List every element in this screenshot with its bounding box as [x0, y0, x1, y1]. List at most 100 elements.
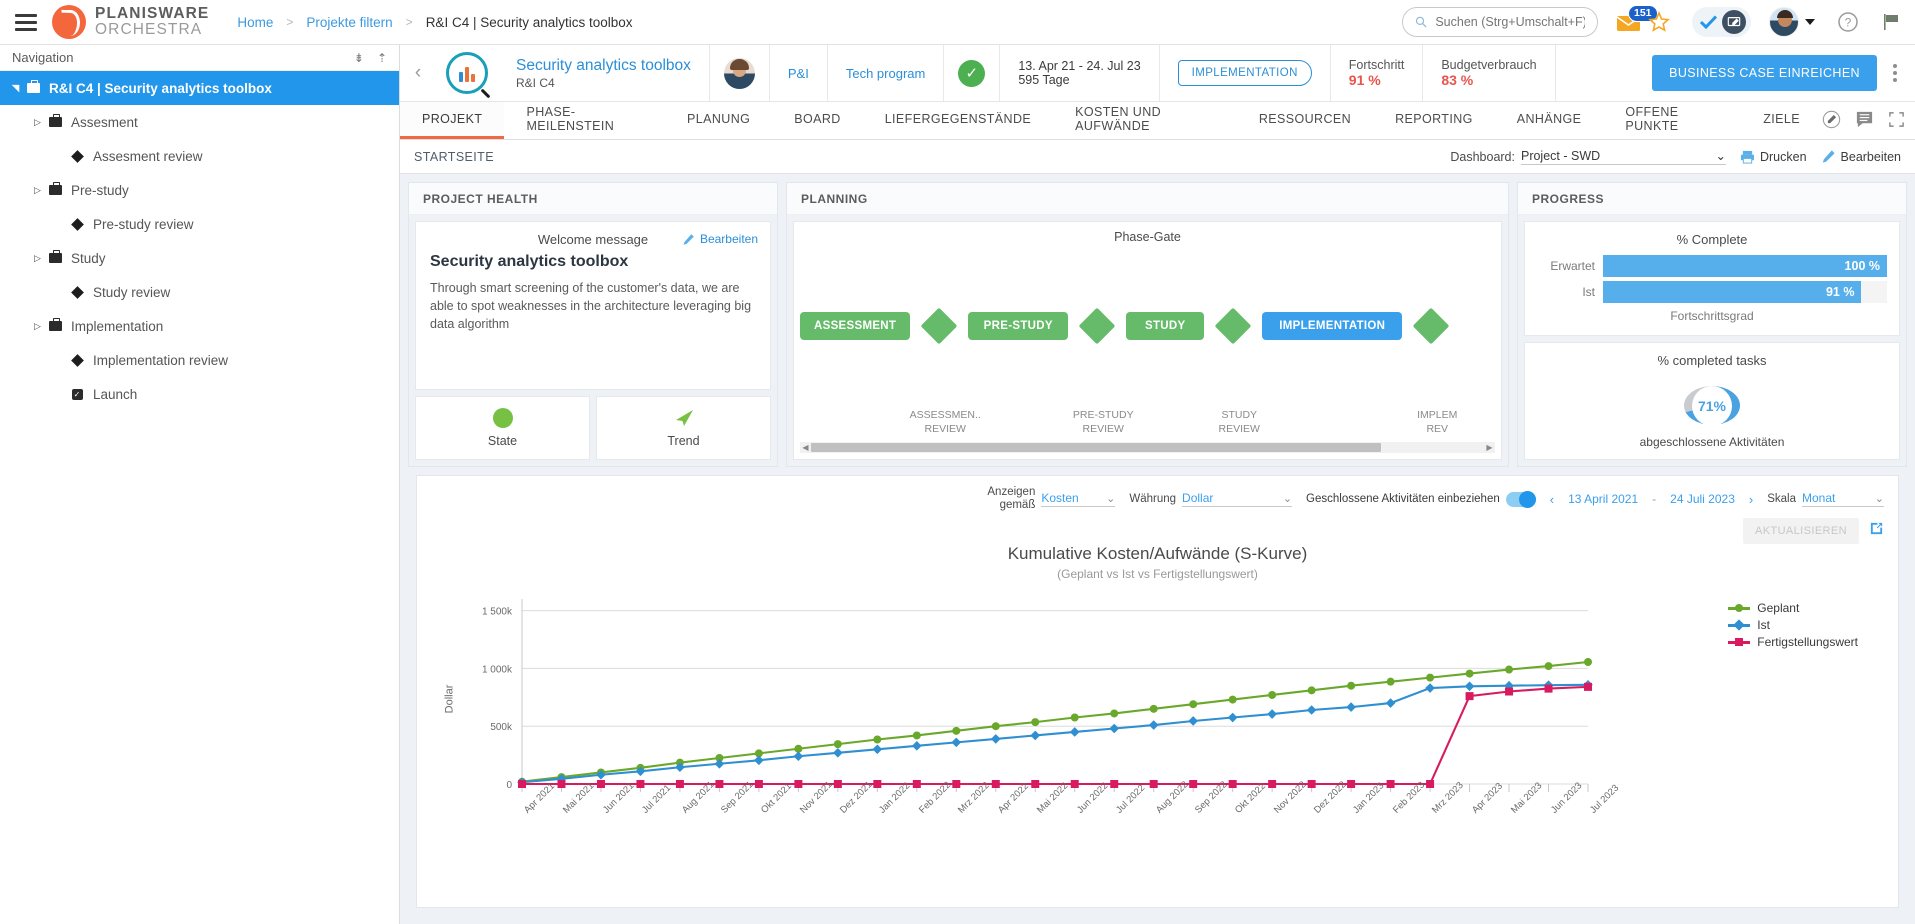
tab-ziele[interactable]: ZIELE — [1741, 102, 1822, 139]
tab-phase-meilenstein[interactable]: PHASE-MEILENSTEIN — [504, 102, 665, 139]
progress-panel: PROGRESS % Complete Erwartet100 %Ist91 %… — [1517, 182, 1907, 467]
tab-board[interactable]: BOARD — [772, 102, 862, 139]
twisty-closed-icon[interactable]: ▷ — [30, 117, 45, 128]
sidebar-item[interactable]: Study review — [0, 275, 399, 309]
print-button[interactable]: Drucken — [1740, 150, 1807, 164]
sidebar-item[interactable]: ▷Study — [0, 241, 399, 275]
sidebar-item-label: Study review — [93, 285, 170, 300]
edit-mode-toggle[interactable] — [1692, 7, 1751, 37]
twisty-open-icon[interactable]: ◢ — [10, 81, 21, 96]
collapse-all-icon[interactable]: ⇟ — [354, 52, 364, 64]
sidebar-item[interactable]: ◢R&I C4 | Security analytics toolbox — [0, 71, 399, 105]
chart-title: Kumulative Kosten/Aufwände (S-Kurve) — [427, 544, 1888, 564]
sidebar-item[interactable]: ▷ Pre-study — [0, 173, 399, 207]
tab-anhänge[interactable]: ANHÄNGE — [1495, 102, 1604, 139]
tab-liefergegenstände[interactable]: LIEFERGEGENSTÄNDE — [863, 102, 1053, 139]
legend-item[interactable]: Ist — [1728, 618, 1858, 632]
project-title[interactable]: Security analytics toolbox — [516, 56, 691, 75]
portfolio-link[interactable]: P&I — [770, 45, 828, 101]
star-icon[interactable] — [1648, 11, 1670, 33]
scroll-right-icon[interactable]: ▶ — [1484, 443, 1495, 452]
tab-ressourcen[interactable]: RESSOURCEN — [1237, 102, 1373, 139]
twisty-closed-icon[interactable]: ▷ — [30, 185, 45, 196]
refresh-button[interactable]: AKTUALISIEREN — [1743, 518, 1859, 544]
progress-bar-track: 100 % — [1603, 255, 1887, 277]
date-from[interactable]: 13 April 2021 — [1568, 492, 1638, 506]
scrollbar-thumb[interactable] — [811, 443, 1381, 452]
next-period-icon[interactable]: › — [1749, 492, 1753, 507]
scroll-left-icon[interactable]: ◀ — [800, 443, 811, 452]
phase-assessment[interactable]: ASSESSMENT — [800, 312, 910, 340]
sidebar-item[interactable]: ▷Assesment — [0, 105, 399, 139]
search-box[interactable] — [1402, 7, 1598, 37]
phase-implementation[interactable]: IMPLEMENTATION — [1262, 312, 1402, 340]
search-input[interactable] — [1435, 15, 1585, 29]
dashboard-select[interactable]: Project - SWD ⌄ — [1521, 148, 1726, 165]
include-closed-control[interactable]: Geschlossene Aktivitäten einbeziehen — [1306, 492, 1536, 507]
scale-control[interactable]: Skala Monat ⌄ — [1767, 491, 1884, 507]
status-badge[interactable]: IMPLEMENTATION — [1178, 60, 1312, 86]
show-by-control[interactable]: Anzeigen gemäß Kosten ⌄ — [987, 486, 1115, 512]
prev-period-icon[interactable]: ‹ — [1550, 492, 1554, 507]
diamond-icon — [67, 288, 87, 297]
submit-business-case-button[interactable]: BUSINESS CASE EINREICHEN — [1652, 55, 1877, 91]
twisty-closed-icon[interactable]: ▷ — [30, 253, 45, 264]
mail-icon[interactable]: 151 — [1616, 12, 1642, 32]
open-external-icon[interactable] — [1869, 521, 1884, 541]
program-link[interactable]: Tech program — [828, 45, 944, 101]
sidebar-item[interactable]: ✓Launch — [0, 377, 399, 411]
phase-gate-scrollbar[interactable]: ◀ ▶ — [800, 442, 1495, 453]
gate-diamond-icon[interactable] — [1079, 308, 1116, 345]
sidebar-item-label: Launch — [93, 387, 137, 402]
currency-control[interactable]: Währung Dollar ⌄ — [1129, 491, 1292, 507]
breadcrumb-item-home[interactable]: Home — [237, 15, 273, 30]
back-button[interactable]: ‹ — [400, 45, 436, 101]
sidebar-item-label: Pre-study — [71, 183, 129, 198]
s-curve-panel: Anzeigen gemäß Kosten ⌄ Währung Dollar ⌄ — [416, 475, 1899, 908]
scale-label: Skala — [1767, 493, 1796, 506]
expand-all-icon[interactable]: ⇡ — [377, 52, 387, 64]
tab-offene-punkte[interactable]: OFFENE PUNKTE — [1603, 102, 1741, 139]
trend-label: Trend — [667, 434, 699, 448]
menu-icon[interactable] — [0, 14, 52, 31]
gate-label: STUDYREVIEW — [1179, 408, 1299, 436]
project-owner-avatar[interactable] — [710, 45, 770, 101]
budget-kpi-label: Budgetverbrauch — [1441, 58, 1536, 72]
gate-diamond-icon[interactable] — [1413, 308, 1450, 345]
tab-reporting[interactable]: REPORTING — [1373, 102, 1495, 139]
briefcase-icon — [45, 185, 65, 195]
tab-kosten-und-aufwände[interactable]: KOSTEN UND AUFWÄNDE — [1053, 102, 1237, 139]
tab-planung[interactable]: PLANUNG — [665, 102, 772, 139]
sidebar-item[interactable]: Implementation review — [0, 343, 399, 377]
pencil-icon — [1821, 149, 1836, 164]
sidebar-item-label: Assesment review — [93, 149, 203, 164]
more-options-icon[interactable] — [1887, 58, 1903, 88]
expand-icon[interactable] — [1888, 111, 1905, 131]
percent-complete-title: % Complete — [1537, 232, 1887, 247]
donut-label: abgeschlossene Aktivitäten — [1640, 435, 1785, 449]
annotate-icon[interactable] — [1822, 110, 1841, 132]
phase-gate-track: ASSESSMENT PRE-STUDY STUDY IMPLEMENTATION — [794, 244, 1501, 408]
twisty-closed-icon[interactable]: ▷ — [30, 321, 45, 332]
edit-welcome-button[interactable]: Bearbeiten — [682, 232, 758, 246]
date-to[interactable]: 24 Juli 2023 — [1670, 492, 1735, 506]
sidebar-item[interactable]: ▷Implementation — [0, 309, 399, 343]
phase-pre-study[interactable]: PRE-STUDY — [968, 312, 1068, 340]
phase-study[interactable]: STUDY — [1126, 312, 1204, 340]
comments-icon[interactable] — [1855, 110, 1874, 132]
legend-item[interactable]: Geplant — [1728, 601, 1858, 615]
progress-bar-label: Ist — [1537, 285, 1595, 299]
legend-item[interactable]: Fertigstellungswert — [1728, 635, 1858, 649]
flag-icon[interactable] — [1881, 12, 1901, 32]
include-closed-toggle[interactable] — [1506, 492, 1536, 507]
sidebar-item[interactable]: Pre-study review — [0, 207, 399, 241]
user-menu[interactable] — [1769, 7, 1815, 37]
gate-diamond-icon[interactable] — [1215, 308, 1252, 345]
edit-dashboard-button[interactable]: Bearbeiten — [1821, 149, 1901, 164]
breadcrumb-item-filter[interactable]: Projekte filtern — [306, 15, 392, 30]
progress-bar-fill: 100 % — [1603, 255, 1887, 277]
sidebar-item[interactable]: Assesment review — [0, 139, 399, 173]
gate-diamond-icon[interactable] — [921, 308, 958, 345]
tab-projekt[interactable]: PROJEKT — [400, 102, 504, 139]
help-icon[interactable]: ? — [1837, 11, 1859, 33]
